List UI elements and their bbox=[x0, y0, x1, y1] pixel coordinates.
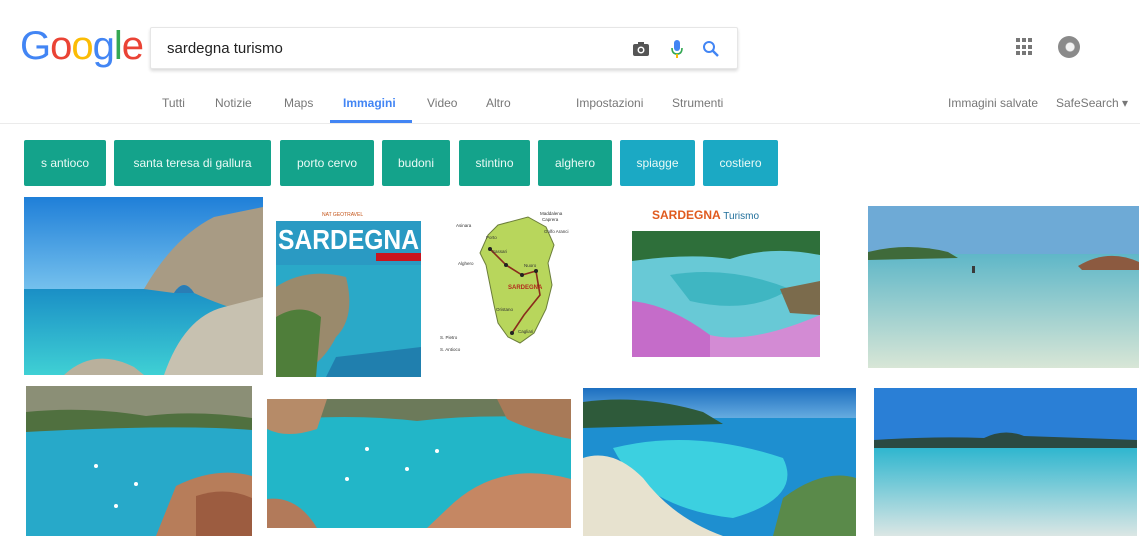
search-input[interactable] bbox=[167, 36, 607, 60]
related-chip[interactable]: alghero bbox=[538, 140, 612, 186]
safesearch-menu[interactable]: SafeSearch ▾ bbox=[1056, 96, 1128, 110]
tab-video[interactable]: Video bbox=[427, 96, 457, 110]
google-logo[interactable]: Google bbox=[20, 24, 144, 69]
saved-images-link[interactable]: Immagini salvate bbox=[948, 96, 1038, 110]
logo-letter: o bbox=[71, 24, 93, 68]
tab-tutti[interactable]: Tutti bbox=[162, 96, 185, 110]
map-place-label: Golfo Aranci bbox=[544, 229, 569, 234]
map-place-label: Alghero bbox=[458, 261, 474, 266]
map-region-label: SARDEGNA bbox=[508, 285, 543, 291]
image-result-lagoon[interactable] bbox=[583, 388, 856, 536]
tab-notizie[interactable]: Notizie bbox=[215, 96, 252, 110]
map-place-label: Asinara bbox=[456, 223, 472, 228]
related-chip[interactable]: stintino bbox=[459, 140, 530, 186]
related-chip[interactable]: porto cervo bbox=[280, 140, 374, 186]
tab-strumenti[interactable]: Strumenti bbox=[672, 96, 723, 110]
mic-icon[interactable] bbox=[665, 37, 689, 61]
related-chip[interactable]: budoni bbox=[382, 140, 450, 186]
active-tab-indicator bbox=[330, 120, 412, 123]
apps-grid-icon[interactable] bbox=[1016, 38, 1034, 56]
logo-letter: e bbox=[121, 24, 144, 68]
search-box bbox=[150, 27, 738, 69]
map-place-label: Nuoro bbox=[524, 263, 537, 268]
book-publisher-text: NAT GEOTRAVEL bbox=[322, 212, 363, 218]
image-result-book-cover[interactable]: NAT GEOTRAVEL SARDEGNA bbox=[276, 207, 421, 377]
logo-letter: o bbox=[50, 24, 72, 68]
related-chip[interactable]: spiagge bbox=[620, 140, 695, 186]
tab-altro[interactable]: Altro bbox=[486, 96, 511, 110]
map-place-label: Maddalena bbox=[540, 211, 563, 216]
related-chip[interactable]: costiero bbox=[703, 140, 778, 186]
logo-letter: g bbox=[92, 24, 115, 68]
tab-immagini[interactable]: Immagini bbox=[343, 96, 396, 110]
book-title-text: SARDEGNA bbox=[278, 224, 419, 255]
map-place-label: Porto bbox=[486, 235, 497, 240]
image-result-bay-boats[interactable] bbox=[26, 386, 252, 536]
tab-impostazioni[interactable]: Impostazioni bbox=[576, 96, 643, 110]
image-result-sardegna-turismo[interactable]: SARDEGNA Turismo bbox=[630, 205, 822, 357]
map-place-label: Sassari bbox=[492, 249, 507, 254]
tab-maps[interactable]: Maps bbox=[284, 96, 313, 110]
avatar[interactable] bbox=[1058, 36, 1080, 58]
camera-icon[interactable] bbox=[629, 37, 653, 61]
related-chip[interactable]: s antioco bbox=[24, 140, 106, 186]
map-place-label: Caprera bbox=[542, 217, 559, 222]
image-result-coast-arch[interactable] bbox=[24, 197, 263, 375]
related-chip[interactable]: santa teresa di gallura bbox=[114, 140, 271, 186]
brand-title: SARDEGNA Turismo bbox=[652, 208, 759, 222]
logo-letter: l bbox=[113, 24, 123, 68]
image-result-beach-shallows[interactable] bbox=[868, 206, 1139, 368]
search-icon[interactable] bbox=[699, 37, 723, 61]
map-place-label: Oristano bbox=[496, 307, 514, 312]
map-place-label: S. Antioco bbox=[440, 347, 461, 352]
map-place-label: Cagliari bbox=[518, 329, 533, 334]
logo-letter: G bbox=[20, 24, 51, 68]
brand-title-rest: Turismo bbox=[721, 211, 760, 222]
image-result-cove-panorama[interactable] bbox=[267, 399, 571, 528]
brand-title-bold: SARDEGNA bbox=[652, 208, 721, 222]
image-result-map[interactable]: SARDEGNA Maddalena Caprera Golfo Aranci … bbox=[436, 205, 586, 363]
image-result-clear-water[interactable] bbox=[874, 388, 1137, 536]
search-tabs: Tutti Notizie Maps Immagini Video Altro … bbox=[0, 88, 1140, 124]
map-place-label: S. Pietro bbox=[440, 335, 458, 340]
